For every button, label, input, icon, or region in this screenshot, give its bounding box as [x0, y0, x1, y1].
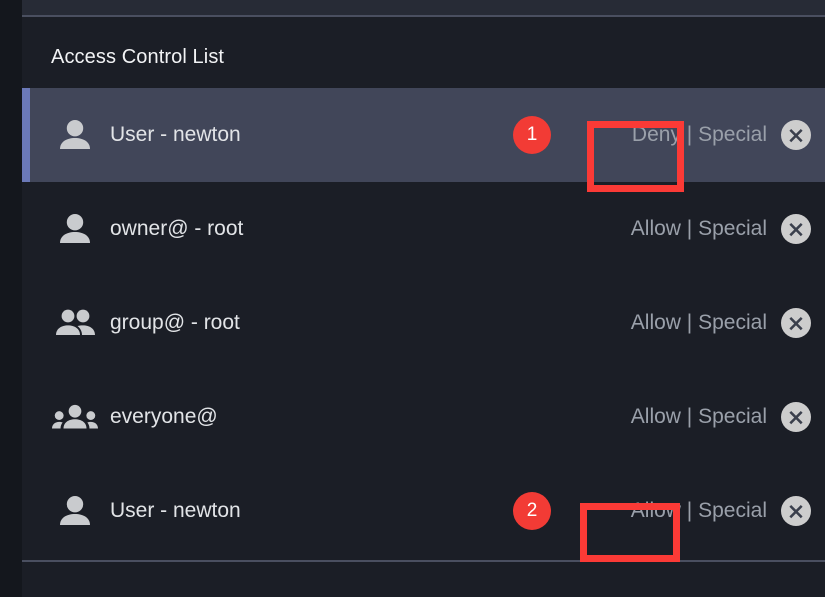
row-trailing-controls: 2 Allow | Special — [513, 492, 811, 530]
permission-summary[interactable]: Allow | Special — [551, 216, 781, 242]
permission-type[interactable]: Special — [698, 499, 767, 522]
row-trailing-controls: 1 Deny | Special — [513, 116, 811, 154]
access-control-list-panel: Access Control List User - newton 1 Deny |… — [22, 17, 825, 597]
permission-type[interactable]: Special — [698, 217, 767, 240]
remove-acl-entry-button[interactable] — [781, 120, 811, 150]
list-bottom-divider — [22, 560, 825, 562]
table-row[interactable]: User - newton 1 Deny | Special — [22, 88, 825, 182]
permission-summary[interactable]: Allow | Special — [551, 310, 781, 336]
permission-separator: | — [686, 123, 693, 146]
row-trailing-controls: Allow | Special — [513, 304, 811, 342]
table-row[interactable]: group@ - root Allow | Special — [22, 276, 825, 370]
remove-acl-entry-button[interactable] — [781, 214, 811, 244]
permission-mode[interactable]: Allow — [631, 217, 681, 240]
row-selection-accent-bar — [22, 276, 30, 370]
table-row[interactable]: User - newton 2 Allow | Special — [22, 464, 825, 558]
acl-entry-label: everyone@ — [110, 405, 218, 428]
close-icon — [788, 127, 804, 143]
remove-acl-entry-button[interactable] — [781, 308, 811, 338]
row-trailing-controls: Allow | Special — [513, 210, 811, 248]
acl-entry-label: User - newton — [110, 123, 241, 146]
permission-summary[interactable]: Deny | Special — [551, 122, 781, 148]
row-selection-accent-bar — [22, 464, 30, 558]
person-icon — [52, 214, 98, 244]
row-selection-accent-bar — [22, 88, 30, 182]
acl-entry-label: group@ - root — [110, 311, 240, 334]
permission-separator: | — [686, 405, 693, 428]
permission-type[interactable]: Special — [698, 311, 767, 334]
table-row[interactable]: everyone@ Allow | Special — [22, 370, 825, 464]
acl-entry-label: User - newton — [110, 499, 241, 522]
permission-type[interactable]: Special — [698, 123, 767, 146]
permission-summary[interactable]: Allow | Special — [551, 404, 781, 430]
permission-mode[interactable]: Allow — [631, 499, 681, 522]
page-title: Access Control List — [51, 46, 225, 68]
close-icon — [788, 409, 804, 425]
screen: Access Control List User - newton 1 Deny |… — [0, 0, 825, 597]
person-icon — [52, 496, 98, 526]
permission-separator: | — [686, 217, 693, 240]
remove-acl-entry-button[interactable] — [781, 402, 811, 432]
people-icon — [52, 309, 98, 337]
permission-separator: | — [686, 499, 693, 522]
remove-acl-entry-button[interactable] — [781, 496, 811, 526]
permission-mode[interactable]: Allow — [631, 405, 681, 428]
permission-mode[interactable]: Deny — [632, 123, 681, 146]
permission-mode[interactable]: Allow — [631, 311, 681, 334]
close-icon — [788, 221, 804, 237]
person-icon — [52, 120, 98, 150]
top-chrome-strip — [22, 0, 825, 15]
close-icon — [788, 503, 804, 519]
step-badge: 2 — [513, 492, 551, 530]
table-row[interactable]: owner@ - root Allow | Special — [22, 182, 825, 276]
permission-summary[interactable]: Allow | Special — [551, 498, 781, 524]
permission-type[interactable]: Special — [698, 405, 767, 428]
step-badge: 1 — [513, 116, 551, 154]
groups-icon — [52, 404, 98, 430]
acl-row-list: User - newton 1 Deny | Special owner@ - roo… — [22, 88, 825, 558]
permission-separator: | — [686, 311, 693, 334]
close-icon — [788, 315, 804, 331]
acl-entry-label: owner@ - root — [110, 217, 244, 240]
row-trailing-controls: Allow | Special — [513, 398, 811, 436]
row-selection-accent-bar — [22, 370, 30, 464]
row-selection-accent-bar — [22, 182, 30, 276]
